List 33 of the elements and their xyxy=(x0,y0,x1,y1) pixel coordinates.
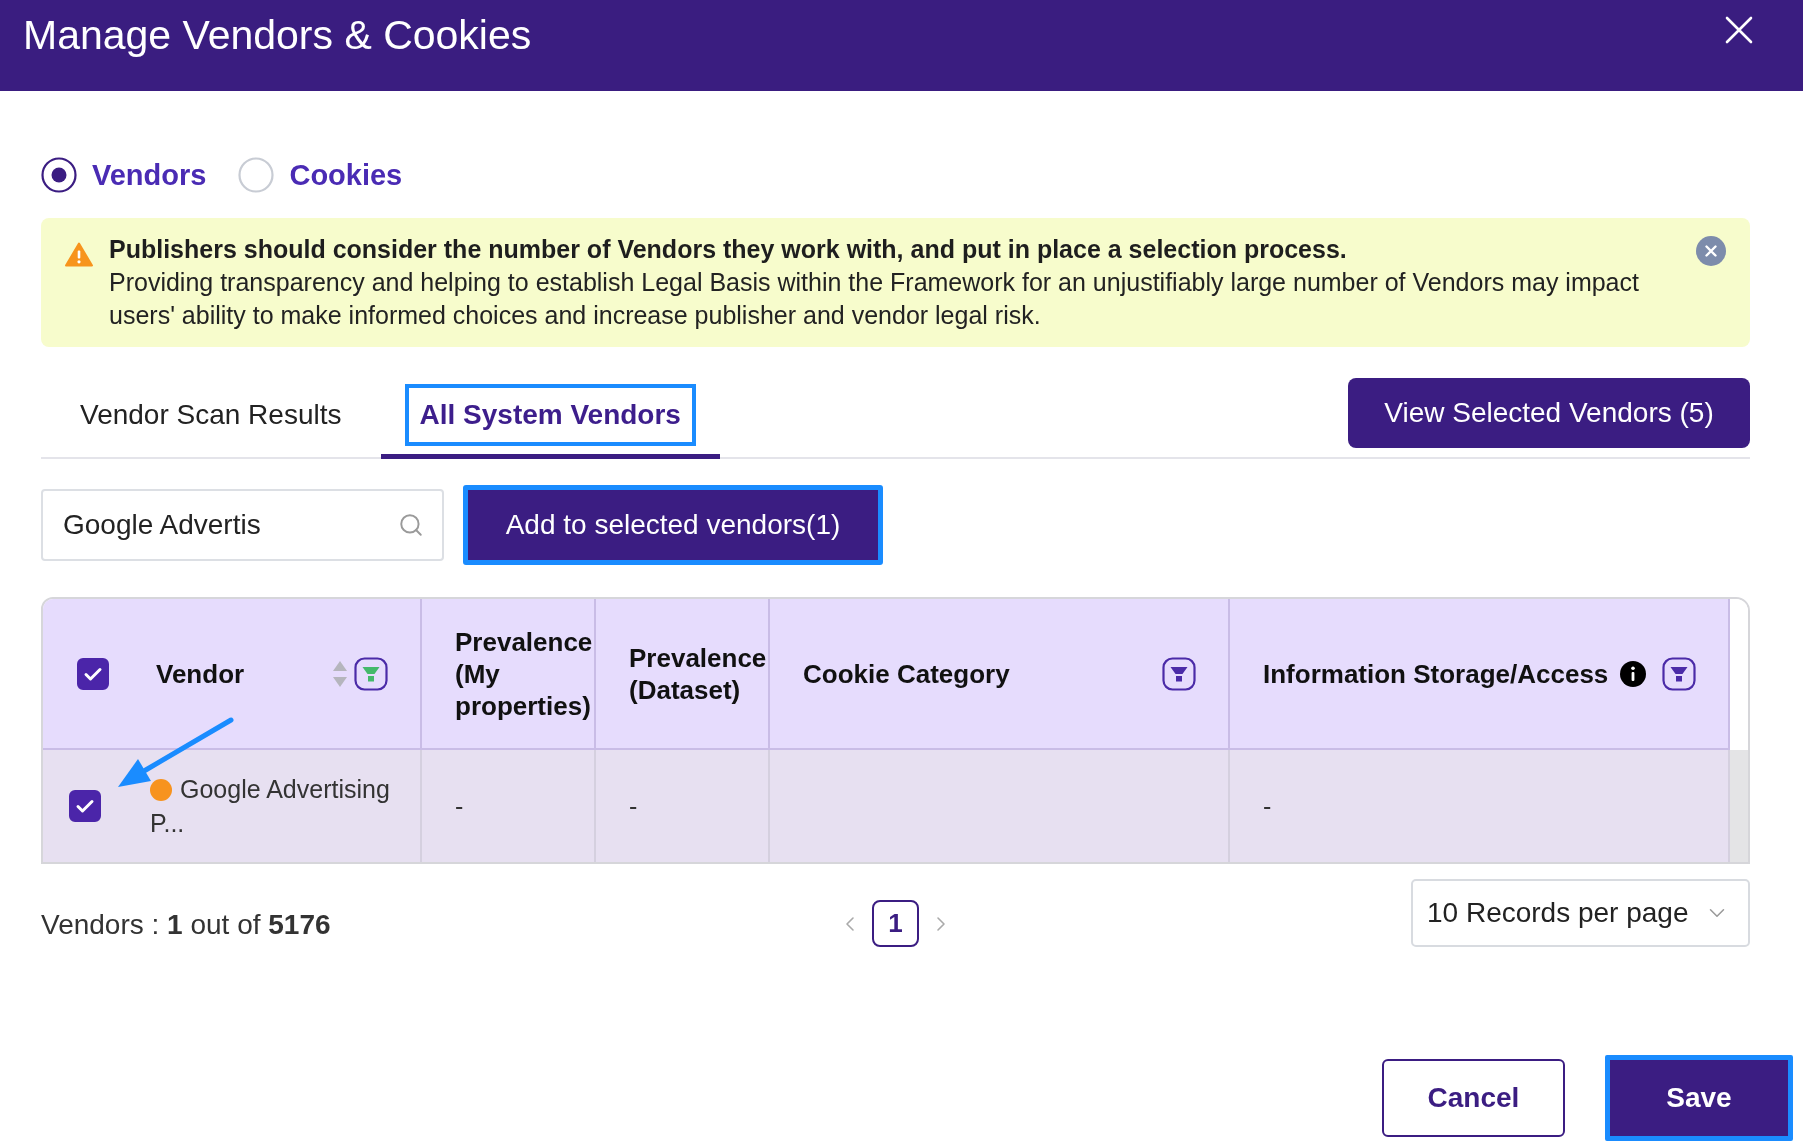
vendor-name: Google Advertising P... xyxy=(150,774,391,839)
view-selected-button[interactable]: View Selected Vendors (5) xyxy=(1348,378,1750,448)
alert-message: Providing transparency and helping to establish Legal Basis within the Framework for an unjustifiably large number of Vendors may impact users' ability to make informed choices and increase publisher and vendor legal risk. xyxy=(109,267,1640,331)
vendor-count: Vendors : 1 out of 5176 xyxy=(41,908,331,942)
close-button[interactable] xyxy=(1725,16,1753,44)
column-title: Cookie Category xyxy=(803,657,1010,690)
warning-icon xyxy=(65,242,93,267)
page-button[interactable]: 1 xyxy=(872,900,919,947)
column-title: Prevalence (Dataset) xyxy=(629,641,768,706)
radio-option[interactable]: Cookies xyxy=(238,157,403,193)
search-icon xyxy=(398,512,424,538)
radio-icon[interactable] xyxy=(41,157,77,193)
table-cell: - xyxy=(422,750,596,862)
column-title: Information Storage/Access xyxy=(1263,657,1609,690)
save-button[interactable]: Save xyxy=(1605,1055,1793,1141)
filter-icon[interactable] xyxy=(1162,656,1196,691)
dialog-title: Manage Vendors & Cookies xyxy=(23,11,532,60)
add-button[interactable]: Add to selected vendors(1) xyxy=(463,485,883,565)
column-title: Vendor xyxy=(156,657,245,690)
cancel-button[interactable]: Cancel xyxy=(1382,1059,1565,1137)
search-field[interactable]: Google Advertis xyxy=(41,489,444,561)
checkbox[interactable] xyxy=(77,657,109,690)
column-title: Prevalence (My properties) xyxy=(455,625,594,722)
filter-icon[interactable] xyxy=(1662,656,1696,691)
info-icon[interactable] xyxy=(1620,660,1647,687)
table-cell: - xyxy=(596,750,770,862)
tab[interactable]: Vendor Scan Results xyxy=(41,384,381,459)
page-size-select[interactable]: 10 Records per page xyxy=(1411,879,1750,947)
checkbox[interactable] xyxy=(69,790,101,822)
alert-heading: Publishers should consider the number of Vendors they work with, and put in place a selection process. xyxy=(109,234,1348,265)
radio-option[interactable]: Vendors xyxy=(41,157,207,193)
filter-icon[interactable] xyxy=(354,656,388,691)
table-cell: - xyxy=(1230,750,1730,862)
